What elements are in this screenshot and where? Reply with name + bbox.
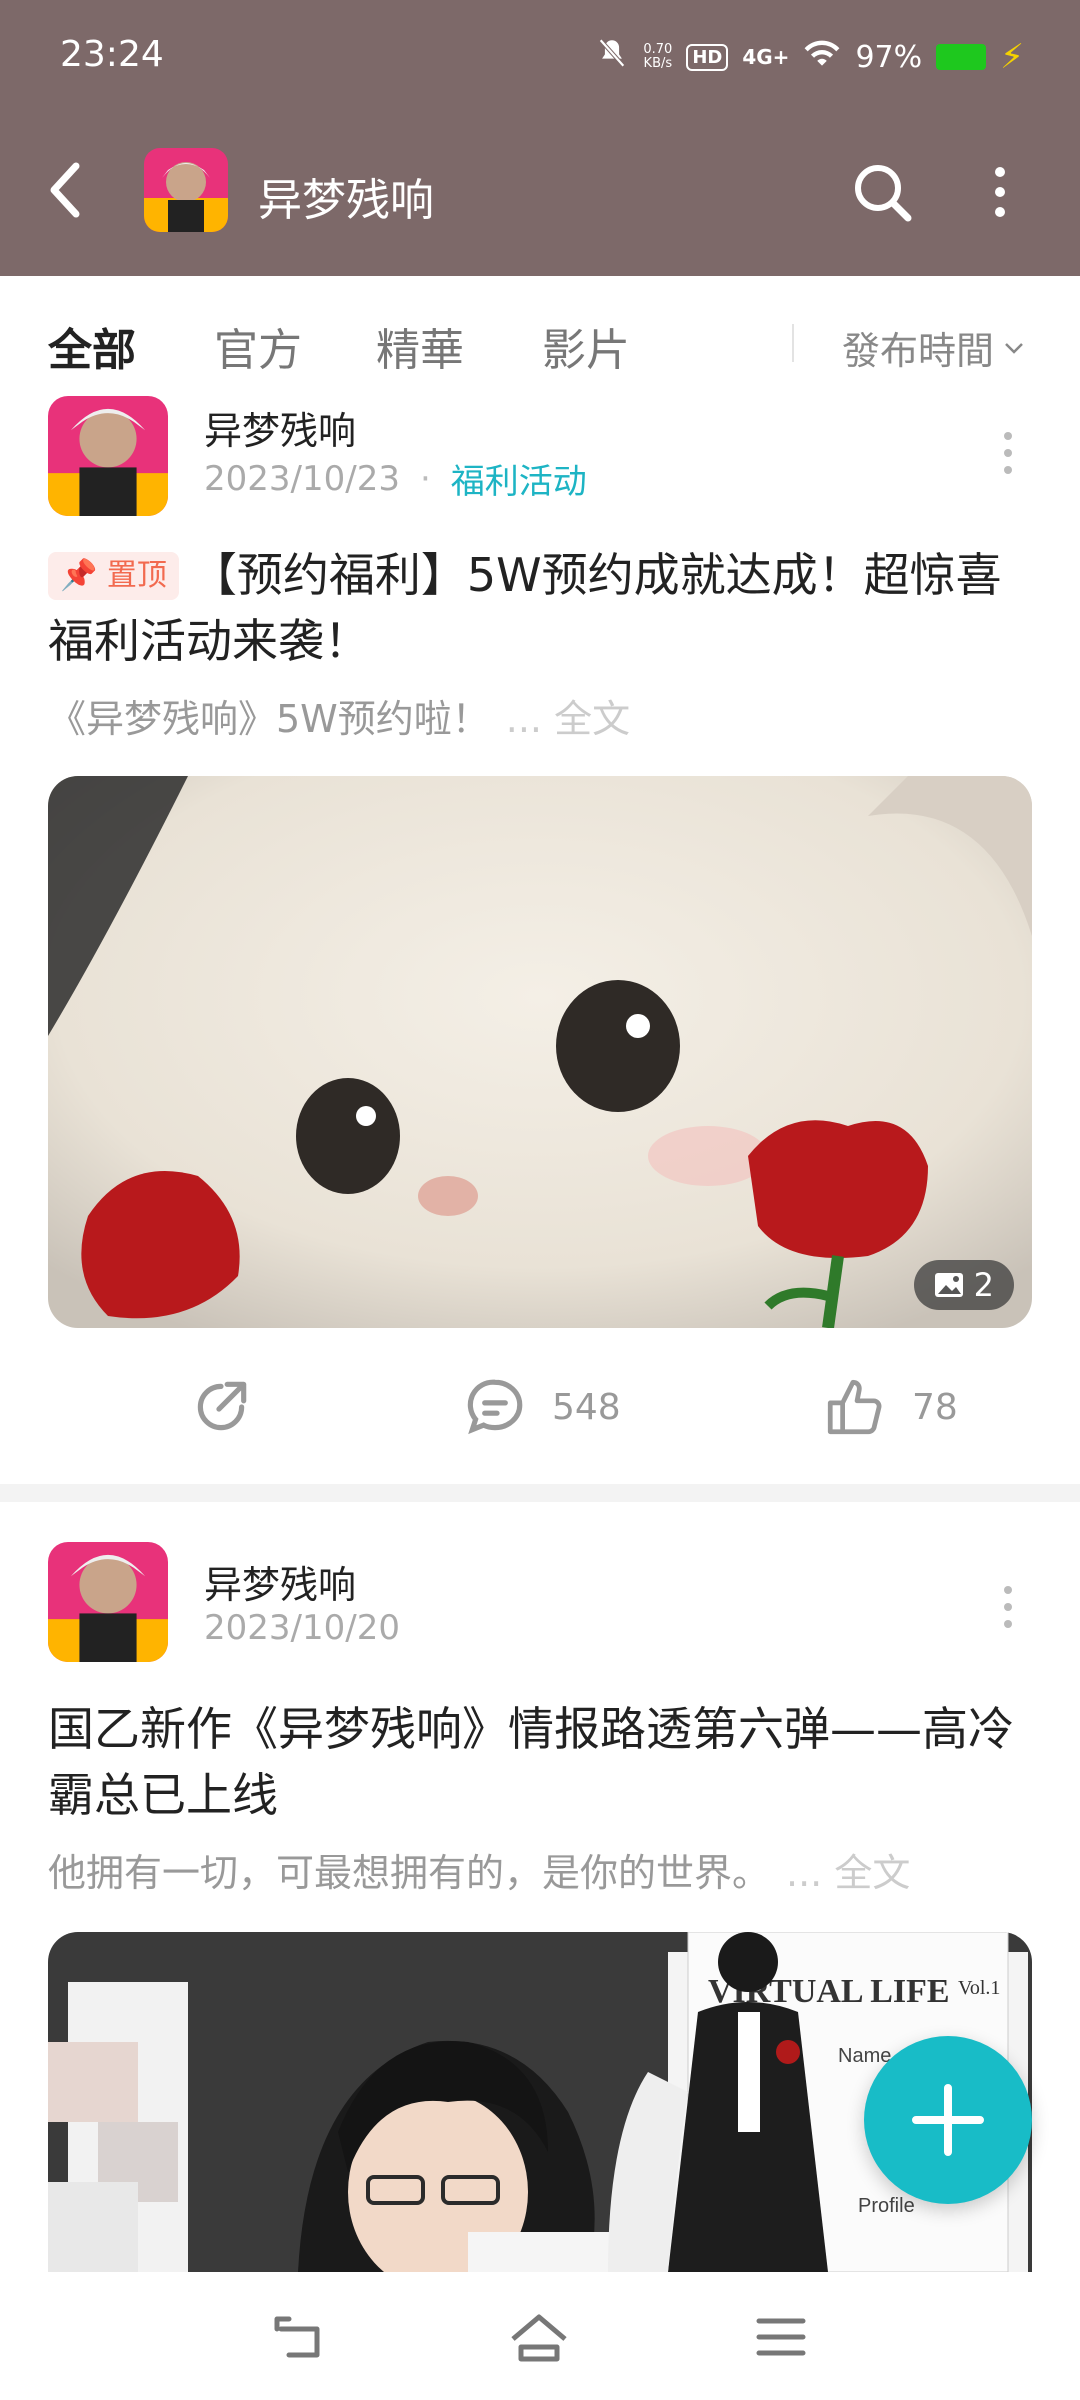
image-count-badge: 2 — [913, 1260, 1014, 1310]
status-icons: 0.70 KB/s HD 4G+ 97% ⚡ — [595, 36, 1024, 78]
comment-button[interactable]: 548 — [462, 1374, 621, 1440]
artwork-profile-label: Profile — [858, 2195, 915, 2217]
back-button[interactable] — [40, 150, 90, 230]
like-count: 78 — [912, 1386, 958, 1428]
tab-bar: 全部 官方 精華 影片 發布時間 — [0, 276, 1080, 396]
author-name[interactable]: 异梦残响 — [204, 400, 356, 455]
comment-count: 548 — [552, 1386, 621, 1428]
kitten-with-roses-image — [48, 776, 1032, 1328]
post-card[interactable]: 异梦残响 2023/10/23 · 福利活动 📌 置顶 【预约福利】5W预约成就达… — [0, 396, 1080, 1484]
back-gesture-icon — [274, 2316, 320, 2358]
status-time: 23:24 — [60, 34, 164, 75]
author-avatar[interactable] — [48, 1542, 168, 1662]
nav-back-button[interactable] — [266, 2302, 336, 2372]
chevron-down-icon — [1005, 342, 1023, 354]
artwork-name-label: Name — [838, 2045, 891, 2067]
cellular-signal-icon: 4G+ — [742, 45, 790, 69]
comment-icon — [467, 1379, 523, 1435]
like-button[interactable]: 78 — [822, 1374, 958, 1440]
search-button[interactable] — [850, 160, 914, 224]
hd-badge: HD — [686, 43, 729, 71]
more-options-button[interactable] — [975, 160, 1025, 224]
sort-label: 發布時間 — [842, 329, 995, 373]
tab-official[interactable]: 官方 — [214, 314, 302, 378]
mute-icon — [595, 36, 629, 78]
post-meta: 2023/10/23 · 福利活动 — [204, 454, 587, 503]
gallery-icon — [934, 1273, 963, 1297]
home-icon — [511, 2314, 567, 2362]
post-tag[interactable]: 福利活动 — [451, 454, 587, 503]
net-speed: 0.70 KB/s — [643, 42, 673, 71]
search-icon — [855, 165, 912, 222]
share-button[interactable] — [188, 1374, 254, 1440]
read-more-link[interactable]: ... 全文 — [506, 697, 630, 741]
share-icon — [197, 1381, 247, 1431]
battery-icon — [936, 44, 987, 70]
post-actions: 548 78 — [0, 1354, 1080, 1464]
tab-featured[interactable]: 精華 — [376, 314, 464, 378]
sort-dropdown[interactable]: 發布時間 — [842, 320, 1024, 375]
meta-separator: · — [419, 458, 431, 499]
post-title[interactable]: 国乙新作《异梦残响》情报路透第六弹——高冷霸总已上线 — [48, 1696, 1038, 1828]
app-avatar[interactable] — [144, 148, 228, 232]
tab-all[interactable]: 全部 — [48, 314, 136, 378]
post-summary[interactable]: 他拥有一切，可最想拥有的，是你的世界。... 全文 — [48, 1842, 910, 1897]
menu-icon — [756, 2318, 806, 2356]
post-summary[interactable]: 《异梦残响》5W预约啦！... 全文 — [48, 688, 630, 743]
pinned-badge: 📌 置顶 — [48, 552, 179, 600]
battery-percent: 97% — [855, 39, 923, 75]
create-post-button[interactable] — [864, 2036, 1032, 2204]
post-separator — [0, 1484, 1080, 1502]
post-title[interactable]: 📌 置顶 【预约福利】5W预约成就达成！超惊喜福利活动来袭！ — [48, 542, 1038, 674]
thumbs-up-icon — [827, 1379, 882, 1435]
post-more-button[interactable] — [996, 432, 1020, 474]
post-more-button[interactable] — [996, 1586, 1020, 1628]
page-title: 异梦残响 — [258, 175, 434, 226]
post-image[interactable]: 2 — [48, 776, 1032, 1328]
nav-home-button[interactable] — [504, 2302, 574, 2372]
post-meta: 2023/10/20 — [204, 1608, 400, 1648]
tab-divider — [792, 324, 794, 362]
post-date: 2023/10/23 — [204, 458, 400, 499]
post-date: 2023/10/20 — [204, 1608, 400, 1648]
nav-menu-button[interactable] — [746, 2302, 816, 2372]
tab-video[interactable]: 影片 — [542, 314, 630, 378]
author-avatar[interactable] — [48, 396, 168, 516]
artwork-volume: Vol.1 — [958, 1977, 1000, 1999]
author-name[interactable]: 异梦残响 — [204, 1554, 356, 1609]
read-more-link[interactable]: ... 全文 — [786, 1851, 910, 1895]
top-app-bar: 23:24 0.70 KB/s HD 4G+ 97% ⚡ 异梦残响 — [0, 0, 1080, 276]
plus-icon — [912, 2084, 984, 2156]
wifi-icon — [803, 38, 841, 76]
system-navigation-bar — [0, 2272, 1080, 2400]
charging-icon: ⚡ — [1000, 37, 1024, 77]
